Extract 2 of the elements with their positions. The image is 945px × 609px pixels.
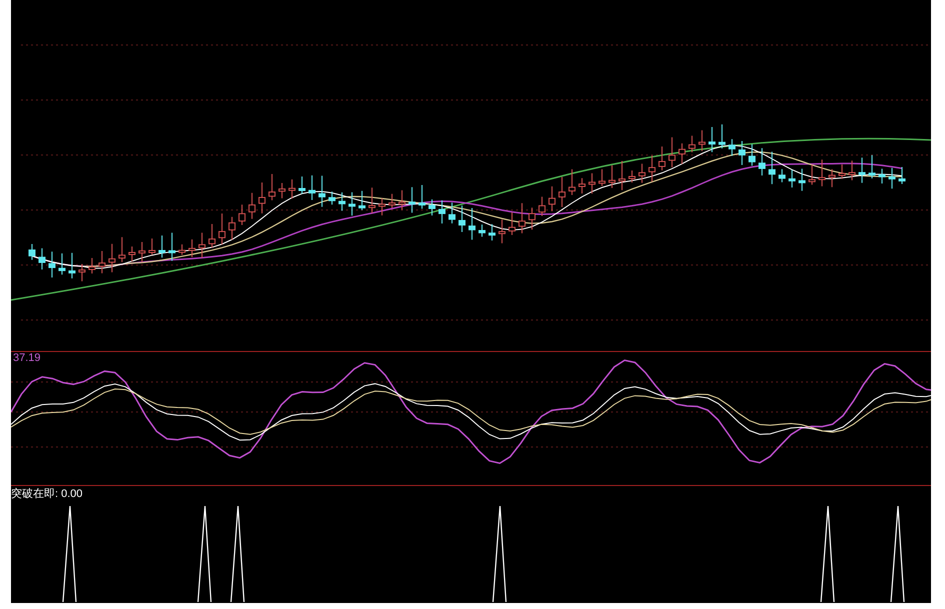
signal-label: 突破在即: 0.00 — [11, 489, 83, 500]
oscillator-value: 37.19 — [13, 353, 41, 364]
